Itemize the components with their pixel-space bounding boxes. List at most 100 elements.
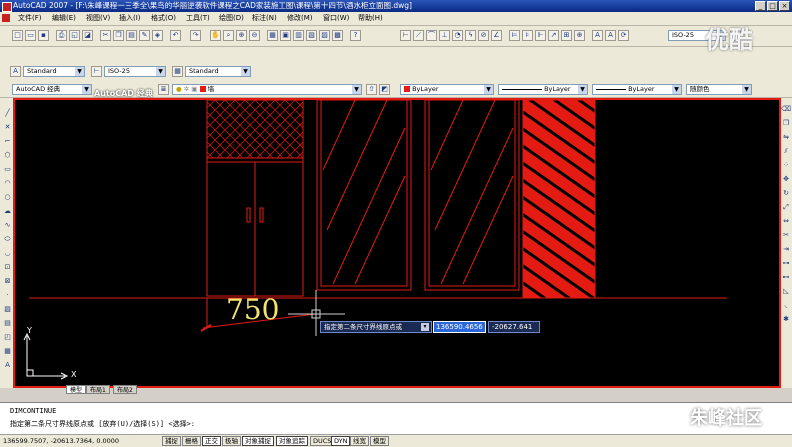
close-button[interactable]: × — [779, 1, 790, 11]
polyline-icon[interactable]: ⌐ — [2, 136, 13, 146]
menu-format[interactable]: 格式(O) — [151, 12, 176, 25]
polygon-icon[interactable]: ⬡ — [2, 150, 13, 160]
diameter-dim-icon[interactable]: ⊘ — [478, 30, 489, 41]
polar-toggle[interactable]: 极轴 — [222, 436, 241, 446]
pan-icon[interactable]: ✋ — [210, 30, 221, 41]
move-icon[interactable]: ✥ — [781, 174, 791, 184]
command-window[interactable]: DIMCONTINUE 指定第二条尺寸界线原点或 [放弃(U)/选择(S)] <… — [0, 402, 792, 435]
circle-icon[interactable]: ○ — [2, 192, 13, 202]
properties-icon[interactable]: ▦ — [267, 30, 278, 41]
hatch-icon[interactable]: ▨ — [2, 304, 13, 314]
command-prompt-line[interactable]: 指定第二条尺寸界线原点或 [放弃(U)/选择(S)] <选择>: — [10, 419, 195, 429]
lineweight-select[interactable]: ByLayer ▼ — [592, 84, 682, 95]
down-arrow-icon[interactable]: ▾ — [421, 323, 429, 331]
dimtedit-icon[interactable]: Ā — [605, 30, 616, 41]
maximize-button[interactable]: □ — [767, 1, 778, 11]
break-icon[interactable]: ⊶ — [781, 258, 791, 268]
cut-icon[interactable]: ✂ — [100, 30, 111, 41]
ellipse-icon[interactable]: ⬭ — [2, 234, 13, 244]
open-icon[interactable]: ▭ — [25, 30, 36, 41]
fillet-icon[interactable]: ◟ — [781, 300, 791, 310]
ordinate-dim-icon[interactable]: ⊥ — [439, 30, 450, 41]
publish-icon[interactable]: ◪ — [82, 30, 93, 41]
dim-update-icon[interactable]: ⟳ — [618, 30, 629, 41]
line-icon[interactable]: ╱ — [2, 108, 13, 118]
save-icon[interactable]: ▪ — [38, 30, 49, 41]
radius-dim-icon[interactable]: ◔ — [452, 30, 463, 41]
quick-dim-icon[interactable]: ⊨ — [509, 30, 520, 41]
extend-icon[interactable]: ⇥ — [781, 244, 791, 254]
construction-line-icon[interactable]: ✕ — [2, 122, 13, 132]
menu-help[interactable]: 帮助(H) — [358, 12, 383, 25]
plotstyle-select[interactable]: 随颜色 ▼ — [686, 84, 752, 95]
dim-style-select[interactable]: ISO-25 ▼ — [104, 66, 166, 77]
ortho-toggle[interactable]: 正交 — [202, 436, 221, 446]
arc-length-icon[interactable]: ⌒ — [426, 30, 437, 41]
menu-modify[interactable]: 修改(M) — [287, 12, 313, 25]
copy-icon[interactable]: ❐ — [113, 30, 124, 41]
linear-dim-icon[interactable]: ⊢ — [400, 30, 411, 41]
ellipse-arc-icon[interactable]: ◡ — [2, 248, 13, 258]
match-properties-icon[interactable]: ✎ — [139, 30, 150, 41]
tolerance-icon[interactable]: ⊞ — [561, 30, 572, 41]
dynamic-input-x[interactable]: 136590.4656 — [433, 321, 486, 333]
rectangle-icon[interactable]: ▭ — [2, 164, 13, 174]
new-icon[interactable]: □ — [12, 30, 23, 41]
lineweight-toggle[interactable]: 线宽 — [350, 436, 369, 446]
tab-model[interactable]: 模型 — [66, 385, 87, 394]
calculator-icon[interactable]: ▩ — [332, 30, 343, 41]
block-editor-icon[interactable]: ◈ — [152, 30, 163, 41]
scale-icon[interactable]: ⤢ — [781, 202, 791, 212]
otrack-toggle[interactable]: 对象追踪 — [276, 436, 308, 446]
layer-previous-icon[interactable]: ◩ — [379, 84, 390, 95]
qleader-icon[interactable]: ↗ — [548, 30, 559, 41]
layer-select[interactable]: ● ✲ ▣ 墙 ▼ — [172, 84, 362, 95]
make-block-icon[interactable]: ⊠ — [2, 276, 13, 286]
insert-block-icon[interactable]: ⊡ — [2, 262, 13, 272]
sheet-set-icon[interactable]: ▧ — [306, 30, 317, 41]
drawing-canvas[interactable]: Y X — [13, 98, 781, 388]
menu-window[interactable]: 窗口(W) — [323, 12, 349, 25]
offset-icon[interactable]: ⫽ — [781, 146, 791, 156]
zoom-window-icon[interactable]: ⊕ — [236, 30, 247, 41]
menu-insert[interactable]: 插入(I) — [119, 12, 141, 25]
color-select[interactable]: ByLayer ▼ — [400, 84, 494, 95]
trim-icon[interactable]: ✂ — [781, 230, 791, 240]
autocad-app-icon[interactable] — [2, 2, 12, 12]
design-center-icon[interactable]: ▣ — [280, 30, 291, 41]
help-icon[interactable]: ? — [350, 30, 361, 41]
tool-palettes-icon[interactable]: ▥ — [293, 30, 304, 41]
dim-style-icon[interactable]: ⊢ — [91, 66, 102, 77]
zoom-previous-icon[interactable]: ⊖ — [249, 30, 260, 41]
make-current-layer-icon[interactable]: ⇧ — [366, 84, 377, 95]
aligned-dim-icon[interactable]: ⟋ — [413, 30, 424, 41]
mtext-icon[interactable]: A — [2, 360, 13, 370]
jogged-dim-icon[interactable]: ϟ — [465, 30, 476, 41]
text-style-icon[interactable]: A — [10, 66, 21, 77]
linetype-select[interactable]: ByLayer ▼ — [498, 84, 588, 95]
table-style-icon[interactable]: ▦ — [172, 66, 183, 77]
erase-icon[interactable]: ⌫ — [781, 104, 791, 114]
menu-file[interactable]: 文件(F) — [18, 12, 42, 25]
markup-icon[interactable]: ▨ — [319, 30, 330, 41]
chamfer-icon[interactable]: ◺ — [781, 286, 791, 296]
redo-icon[interactable]: ↷ — [190, 30, 201, 41]
menu-view[interactable]: 视图(V) — [86, 12, 110, 25]
paste-icon[interactable]: ▤ — [126, 30, 137, 41]
osnap-toggle[interactable]: 对象捕捉 — [242, 436, 274, 446]
explode-icon[interactable]: ✱ — [781, 314, 791, 324]
print-icon[interactable]: ⎙ — [56, 30, 67, 41]
document-icon[interactable] — [2, 14, 10, 22]
grid-toggle[interactable]: 栅格 — [182, 436, 201, 446]
snap-toggle[interactable]: 捕捉 — [162, 436, 181, 446]
undo-icon[interactable]: ↶ — [170, 30, 181, 41]
layer-properties-icon[interactable]: ≣ — [158, 84, 169, 95]
table-style-select[interactable]: Standard ▼ — [185, 66, 251, 77]
menu-edit[interactable]: 编辑(E) — [52, 12, 76, 25]
minimize-button[interactable]: _ — [755, 1, 766, 11]
menu-tools[interactable]: 工具(T) — [186, 12, 210, 25]
print-preview-icon[interactable]: ◱ — [69, 30, 80, 41]
array-icon[interactable]: ⁘ — [781, 160, 791, 170]
arc-icon[interactable]: ◠ — [2, 178, 13, 188]
revcloud-icon[interactable]: ☁ — [2, 206, 13, 216]
